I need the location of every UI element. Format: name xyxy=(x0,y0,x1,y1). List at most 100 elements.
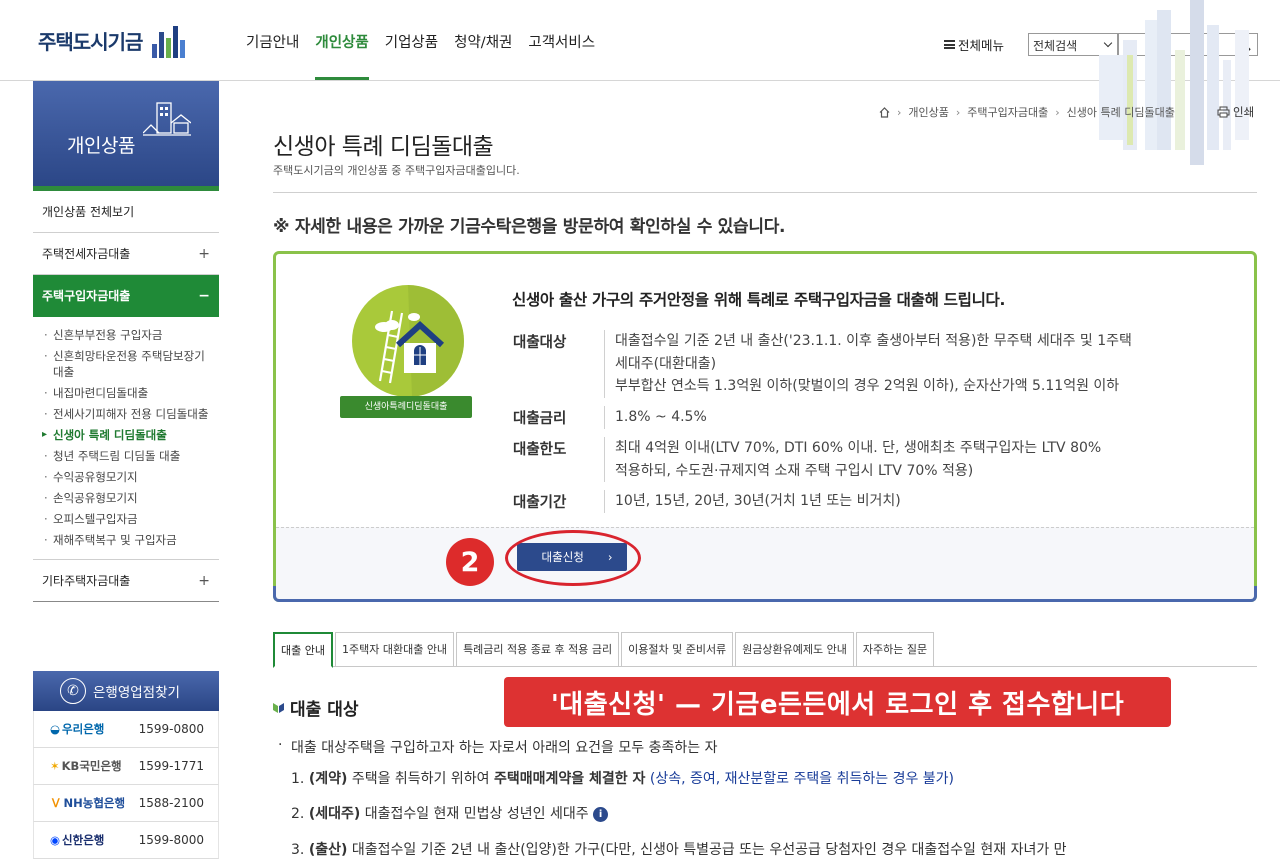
bank-phone: 1599-8000 xyxy=(138,833,204,847)
info-label: 대출금리 xyxy=(513,411,567,427)
list-item-contract: 1. (계약) 주택을 취득하기 위하여 주택매매계약을 체결한 자 (상속, … xyxy=(291,771,954,787)
submenu-item[interactable]: 내집마련디딤돌대출 xyxy=(42,383,219,404)
info-value: 대출접수일 기준 2년 내 출산('23.1.1. 이후 출생아부터 적용)한 … xyxy=(604,330,1234,398)
info-line: 적용하되, 수도권·규제지역 소재 주택 구입시 LTV 70% 적용) xyxy=(615,462,974,479)
house-ladder-icon xyxy=(375,285,464,397)
building-icon xyxy=(143,102,191,136)
tab-loan-guide[interactable]: 대출 안내 xyxy=(273,632,333,668)
info-line: 부부합산 연소득 1.3억원 이하(맞벌이의 경우 2억원 이하), 순자산가액… xyxy=(615,378,1120,394)
info-icon[interactable]: i xyxy=(593,806,609,822)
info-line: 세대주(대환대출) xyxy=(615,355,717,372)
sidebar-header: 개인상품 xyxy=(33,81,219,191)
submenu-item[interactable]: 손익공유형모기지 xyxy=(42,488,219,509)
collapse-icon[interactable]: − xyxy=(198,275,210,317)
info-label: 대출대상 xyxy=(513,335,567,351)
breadcrumb: › 개인상품 › 주택구입자금대출 › 신생아 특례 디딤돌대출 xyxy=(879,104,1175,120)
tab-refinance-guide[interactable]: 1주택자 대환대출 안내 xyxy=(334,632,455,666)
sidebar-item-label: 주택구입자금대출 xyxy=(42,289,131,303)
sidebar-title: 개인상품 xyxy=(67,135,135,157)
bank-row-kb[interactable]: ✶ KB국민은행 1599-1771 xyxy=(33,748,219,785)
product-box-bottom-border xyxy=(273,586,1257,602)
submenu-item[interactable]: 청년 주택드림 디딤돌 대출 xyxy=(42,446,219,467)
bank-list: ◒ 우리은행 1599-0800 ✶ KB국민은행 1599-1771 Ｖ NH농협은… xyxy=(33,711,219,859)
tab-repayment-deferral[interactable]: 원금상환유예제도 안내 xyxy=(735,632,854,666)
expand-icon[interactable]: + xyxy=(198,560,210,602)
bank-finder-header[interactable]: ✆ 은행영업점찾기 xyxy=(33,671,219,711)
phone-icon: ✆ xyxy=(60,678,86,704)
info-line: 최대 4억원 이내(LTV 70%, DTI 60% 이내. 단, 생애최초 주… xyxy=(615,440,1102,456)
submenu-item[interactable]: 신혼희망타운전용 주택담보장기대출 xyxy=(42,346,219,383)
chevron-right-icon: › xyxy=(1055,105,1060,119)
bank-phone: 1588-2100 xyxy=(138,796,204,810)
info-line: 1.8% ~ 4.5% xyxy=(615,409,707,425)
logo-mark-icon xyxy=(150,22,190,58)
list-item-householder: 2. (세대주) 대출접수일 현재 민법상 성년인 세대주 i xyxy=(291,803,609,823)
tab-faq[interactable]: 자주하는 질문 xyxy=(855,632,935,666)
submenu-item[interactable]: 전세사기피해자 전용 디딤돌대출 xyxy=(42,404,219,425)
section-mark-icon xyxy=(273,703,284,713)
info-label: 대출기간 xyxy=(513,495,567,511)
site-header: 주택도시기금 기금안내 개인상품 기업상품 청약/채권 고객서비스 전체메뉴 전… xyxy=(0,0,1280,81)
sidebar-item-label: 기타주택자금대출 xyxy=(42,574,131,588)
bank-row-nh[interactable]: Ｖ NH농협은행 1588-2100 xyxy=(33,785,219,822)
sidebar-item-all-products[interactable]: 개인상품 전체보기 xyxy=(33,191,219,233)
info-value: 최대 4억원 이내(LTV 70%, DTI 60% 이내. 단, 생애최초 주… xyxy=(604,437,1234,482)
all-menu-label: 전체메뉴 xyxy=(958,38,1005,53)
submenu-item-active[interactable]: 신생아 특례 디딤돌대출 xyxy=(42,425,219,446)
chevron-right-icon: › xyxy=(897,105,902,119)
sidebar-item-jeonse-loan[interactable]: 주택전세자금대출 + xyxy=(33,233,219,275)
section-lead: 대출 대상주택을 구입하고자 하는 자로서 아래의 요건을 모두 충족하는 자 xyxy=(291,740,718,756)
section-title: 대출 대상 xyxy=(273,695,358,720)
bank-name: ◉ 신한은행 xyxy=(50,833,105,847)
product-badge-label: 신생아특례디딤돌대출 xyxy=(340,396,472,418)
bullet-icon: · xyxy=(278,737,283,753)
list-item-birth: 3. (출산) 대출접수일 기준 2년 내 출산(입양)한 가구(다만, 신생아… xyxy=(291,842,1067,858)
bank-row-shinhan[interactable]: ◉ 신한은행 1599-8000 xyxy=(33,822,219,859)
product-heading: 신생아 출산 가구의 주거안정을 위해 특례로 주택구입자금을 대출해 드립니다… xyxy=(512,291,1006,309)
tab-post-special-rate[interactable]: 특례금리 적용 종료 후 적용 금리 xyxy=(456,632,620,666)
highlight-oval xyxy=(505,530,641,586)
submenu-item[interactable]: 수익공유형모기지 xyxy=(42,467,219,488)
nav-fund-info[interactable]: 기금안내 xyxy=(246,0,299,80)
logo-text: 주택도시기금 xyxy=(38,29,143,54)
nav-customer-service[interactable]: 고객서비스 xyxy=(528,0,595,80)
submenu-item[interactable]: 재해주택복구 및 구입자금 xyxy=(42,530,219,551)
breadcrumb-item[interactable]: 신생아 특례 디딤돌대출 xyxy=(1067,104,1175,120)
breadcrumb-item[interactable]: 주택구입자금대출 xyxy=(967,104,1048,120)
tab-procedure-documents[interactable]: 이용절차 및 준비서류 xyxy=(621,632,734,666)
nav-personal-products[interactable]: 개인상품 xyxy=(315,0,370,80)
info-line: 10년, 15년, 20년, 30년(거치 1년 또는 비거치) xyxy=(615,493,901,509)
nav-business-products[interactable]: 기업상품 xyxy=(385,0,438,80)
all-menu-button[interactable]: 전체메뉴 xyxy=(944,35,1004,54)
sidebar-item-other-loan[interactable]: 기타주택자금대출 + xyxy=(33,560,219,602)
hamburger-icon xyxy=(944,40,955,49)
submenu-item[interactable]: 신혼부부전용 구입자금 xyxy=(42,325,219,346)
step-number-badge: 2 xyxy=(446,538,494,586)
info-value: 10년, 15년, 20년, 30년(거치 1년 또는 비거치) xyxy=(604,490,1234,513)
woori-logo-icon: ◒ xyxy=(50,722,61,736)
nav-subscription-bonds[interactable]: 청약/채권 xyxy=(454,0,512,80)
sidebar-item-purchase-loan[interactable]: 주택구입자금대출 − xyxy=(33,275,219,317)
content-tabs: 대출 안내 1주택자 대환대출 안내 특례금리 적용 종료 후 적용 금리 이용… xyxy=(273,632,1257,668)
bank-phone: 1599-1771 xyxy=(138,759,204,773)
print-button[interactable]: 인쇄 xyxy=(1217,104,1254,120)
info-row-limit: 대출한도 최대 4억원 이내(LTV 70%, DTI 60% 이내. 단, 생… xyxy=(513,437,1234,482)
title-divider xyxy=(273,192,1257,193)
page-description: 주택도시기금의 개인상품 중 주택구입자금대출입니다. xyxy=(273,164,520,177)
section-title-text: 대출 대상 xyxy=(290,700,359,720)
bank-name: ✶ KB국민은행 xyxy=(50,759,122,773)
home-icon[interactable] xyxy=(879,106,890,118)
bank-phone: 1599-0800 xyxy=(138,722,204,736)
submenu-item[interactable]: 오피스텔구입자금 xyxy=(42,509,219,530)
notice-text: ※ 자세한 내용은 가까운 기금수탁은행을 방문하여 확인하실 수 있습니다. xyxy=(273,217,786,237)
bank-row-woori[interactable]: ◒ 우리은행 1599-0800 xyxy=(33,711,219,748)
expand-icon[interactable]: + xyxy=(198,233,210,275)
sidebar-item-label: 개인상품 전체보기 xyxy=(42,205,135,219)
search-scope-value: 전체검색 xyxy=(1033,39,1078,53)
site-logo[interactable]: 주택도시기금 xyxy=(38,22,190,58)
info-line: 대출접수일 기준 2년 내 출산('23.1.1. 이후 출생아부터 적용)한 … xyxy=(615,333,1132,349)
print-label: 인쇄 xyxy=(1233,105,1255,119)
breadcrumb-item[interactable]: 개인상품 xyxy=(908,104,948,120)
bank-name: Ｖ NH농협은행 xyxy=(50,796,126,810)
bank-finder-title: 은행영업점찾기 xyxy=(93,685,180,701)
